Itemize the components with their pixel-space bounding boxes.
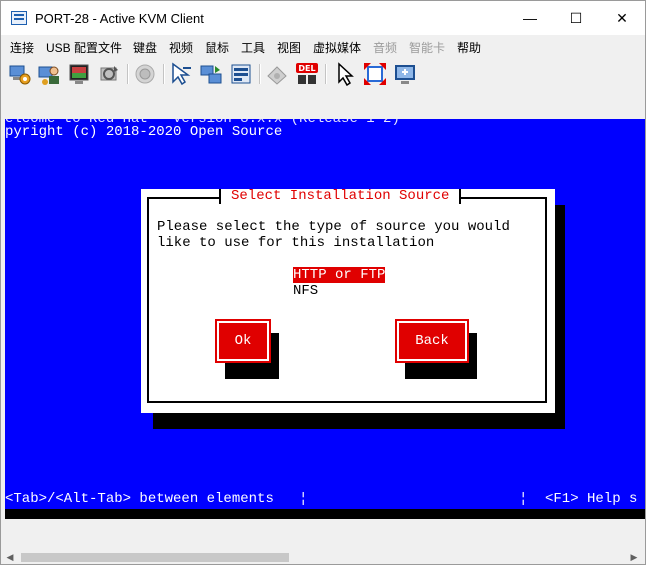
menu-view[interactable]: 视图 [277, 39, 301, 56]
title-bar: PORT-28 - Active KVM Client — ☐ ✕ [1, 1, 645, 35]
full-screen-icon[interactable] [363, 62, 387, 86]
window-title: PORT-28 - Active KVM Client [35, 11, 204, 26]
menu-mouse[interactable]: 鼠标 [205, 39, 229, 56]
toolbar-separator [127, 64, 129, 84]
option-nfs[interactable]: NFS [293, 283, 318, 299]
menu-bar: 连接 USB 配置文件 键盘 视频 鼠标 工具 视图 虚拟媒体 音频 智能卡 帮… [1, 35, 645, 57]
console-copyright-line: pyright (c) 2018-2020 Open Source [5, 124, 283, 140]
installation-source-dialog: Select Installation Source Please select… [141, 189, 555, 413]
console-status-divider: ¦ [519, 491, 528, 507]
user-list-icon[interactable] [37, 62, 61, 86]
close-button[interactable]: ✕ [599, 1, 645, 35]
scale-video-icon[interactable] [393, 62, 417, 86]
video-settings-icon[interactable] [67, 62, 91, 86]
dialog-title: Select Installation Source [219, 189, 462, 204]
dialog-prompt-line-1: Please select the type of source you wou… [157, 219, 510, 235]
menu-virtual-media[interactable]: 虚拟媒体 [313, 39, 361, 56]
back-button[interactable]: Back [395, 319, 469, 363]
keyboard-macros-icon[interactable] [199, 62, 223, 86]
smart-card-icon [265, 62, 289, 86]
refresh-video-icon[interactable] [97, 62, 121, 86]
menu-help[interactable]: 帮助 [457, 39, 481, 56]
toolbar-separator [163, 64, 165, 84]
scroll-right-icon[interactable]: ▶ [627, 551, 641, 564]
maximize-button[interactable]: ☐ [553, 1, 599, 35]
option-http-ftp[interactable]: HTTP or FTP [293, 267, 386, 283]
single-cursor-icon[interactable] [169, 62, 193, 86]
connection-properties-icon[interactable] [7, 62, 31, 86]
kvm-client-window: PORT-28 - Active KVM Client — ☐ ✕ 连接 USB… [0, 0, 646, 565]
toolbar-separator [325, 64, 327, 84]
ctrl-alt-del-icon[interactable]: DEL [295, 62, 319, 86]
video-top-padding [1, 91, 645, 119]
scroll-left-icon[interactable]: ◀ [3, 551, 17, 564]
ok-button[interactable]: Ok [215, 319, 271, 363]
svg-text:DEL: DEL [298, 64, 315, 73]
console-bottom-bar [5, 509, 645, 519]
scroll-thumb[interactable] [21, 553, 289, 562]
dialog-prompt-line-2: like to use for this installation [157, 235, 435, 251]
console-status-help: <F1> Help s [545, 491, 638, 507]
horizontal-scrollbar[interactable]: ◀ ▶ [1, 551, 645, 564]
menu-video[interactable]: 视频 [169, 39, 193, 56]
minimize-button[interactable]: — [507, 1, 553, 35]
toolbar: DEL [1, 57, 645, 91]
video-bottom-padding [1, 519, 645, 551]
mouse-pointer-icon[interactable] [333, 62, 357, 86]
menu-connection[interactable]: 连接 [10, 39, 34, 56]
virtual-media-icon[interactable] [229, 62, 253, 86]
menu-smart-card: 智能卡 [409, 41, 446, 55]
remote-console-screen[interactable]: elcome to Red Hat - Version 8.x.x (Relea… [5, 119, 645, 519]
menu-tools[interactable]: 工具 [241, 39, 265, 56]
capture-screenshot-icon [133, 62, 157, 86]
kvm-app-icon [11, 11, 27, 25]
toolbar-separator [259, 64, 261, 84]
menu-audio: 音频 [373, 41, 398, 55]
menu-usb-profile[interactable]: USB 配置文件 [46, 39, 122, 56]
menu-keyboard[interactable]: 键盘 [133, 39, 157, 56]
